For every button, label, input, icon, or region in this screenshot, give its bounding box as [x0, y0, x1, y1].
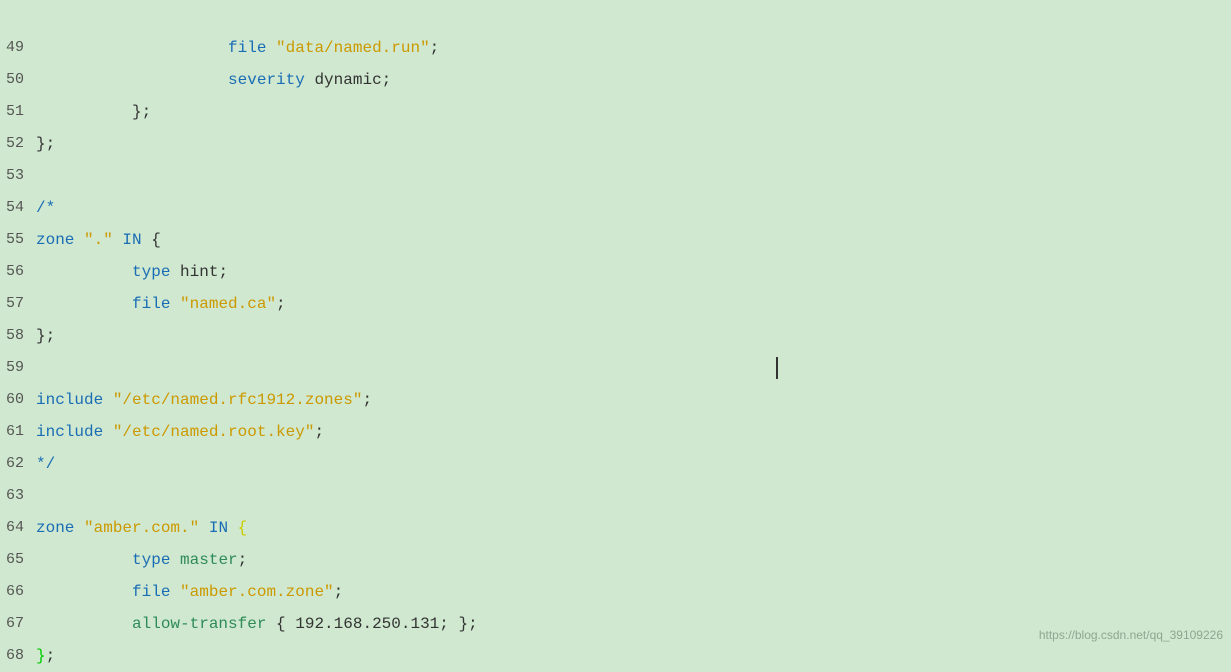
line-content: include "/etc/named.rfc1912.zones";	[36, 384, 1231, 416]
table-row: 59	[0, 352, 1231, 384]
table-row: 55zone "." IN {	[0, 224, 1231, 256]
line-number: 67	[0, 608, 36, 640]
line-content: type hint;	[36, 256, 1231, 288]
line-content: };	[36, 128, 1231, 160]
line-content: };	[36, 320, 1231, 352]
line-number: 49	[0, 32, 36, 64]
line-number: 60	[0, 384, 36, 416]
line-content: zone "amber.com." IN {	[36, 512, 1231, 544]
line-number: 57	[0, 288, 36, 320]
line-content: };	[36, 96, 1231, 128]
table-row: 53	[0, 160, 1231, 192]
watermark: https://blog.csdn.net/qq_39109226	[1039, 628, 1223, 642]
table-row: 58};	[0, 320, 1231, 352]
line-number: 65	[0, 544, 36, 576]
line-content: file "named.ca";	[36, 288, 1231, 320]
table-row: 65 type master;	[0, 544, 1231, 576]
line-number: 50	[0, 64, 36, 96]
line-number: 68	[0, 640, 36, 672]
table-row: 60include "/etc/named.rfc1912.zones";	[0, 384, 1231, 416]
table-row: 63	[0, 480, 1231, 512]
line-content: };	[36, 640, 1231, 672]
line-number: 61	[0, 416, 36, 448]
table-row: 68};	[0, 640, 1231, 672]
line-content: type master;	[36, 544, 1231, 576]
table-row: 57 file "named.ca";	[0, 288, 1231, 320]
line-number: 62	[0, 448, 36, 480]
line-content: /*	[36, 192, 1231, 224]
line-content: file "data/named.run";	[36, 32, 1231, 64]
text-cursor	[776, 357, 778, 379]
line-number: 53	[0, 160, 36, 192]
line-content	[36, 352, 1231, 384]
table-row: 66 file "amber.com.zone";	[0, 576, 1231, 608]
table-row: 50 severity dynamic;	[0, 64, 1231, 96]
line-number: 66	[0, 576, 36, 608]
table-row: 64zone "amber.com." IN {	[0, 512, 1231, 544]
line-content: severity dynamic;	[36, 64, 1231, 96]
line-content	[36, 160, 1231, 192]
table-row: 54/*	[0, 192, 1231, 224]
table-row: 62*/	[0, 448, 1231, 480]
line-number: 52	[0, 128, 36, 160]
table-row: 51 };	[0, 96, 1231, 128]
table-row: 49 file "data/named.run";	[0, 32, 1231, 64]
line-number: 55	[0, 224, 36, 256]
line-number: 63	[0, 480, 36, 512]
line-number: 64	[0, 512, 36, 544]
line-number: 51	[0, 96, 36, 128]
line-content: include "/etc/named.root.key";	[36, 416, 1231, 448]
line-content: file "amber.com.zone";	[36, 576, 1231, 608]
line-number: 58	[0, 320, 36, 352]
table-row: 56 type hint;	[0, 256, 1231, 288]
line-content	[36, 480, 1231, 512]
code-editor: 49 file "data/named.run";50 severity dyn…	[0, 0, 1231, 672]
table-row: 52};	[0, 128, 1231, 160]
line-content: zone "." IN {	[36, 224, 1231, 256]
line-content: */	[36, 448, 1231, 480]
table-row: 61include "/etc/named.root.key";	[0, 416, 1231, 448]
line-number: 56	[0, 256, 36, 288]
line-number: 59	[0, 352, 36, 384]
line-number: 54	[0, 192, 36, 224]
